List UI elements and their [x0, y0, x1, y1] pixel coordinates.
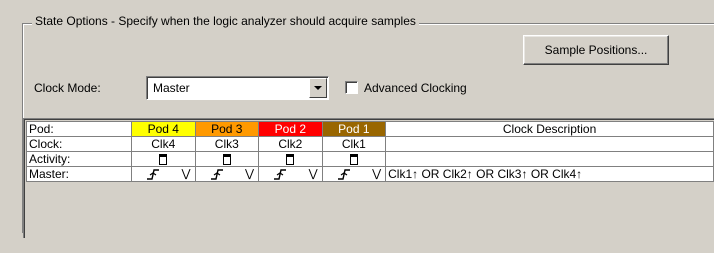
row-label-activity: Activity:: [26, 151, 132, 167]
clock-grid: Pod: Pod 4 Pod 3 Pod 2 Pod 1 Clock Descr…: [23, 118, 714, 238]
clock-cell: Clk2: [258, 136, 323, 152]
activity-indicator-icon: [222, 153, 231, 165]
dropdown-arrow-icon[interactable]: [309, 78, 327, 98]
pod-1-header[interactable]: Pod 1: [321, 121, 387, 137]
rising-edge-icon: [210, 169, 223, 180]
activity-cell: [258, 151, 323, 167]
double-chevron-down-icon[interactable]: ⋁: [309, 168, 318, 181]
table-row: Master: ⋁ ⋁ ⋁ ⋁ Clk1↑ OR Clk2↑ OR Clk3↑ …: [26, 166, 714, 182]
activity-cell: [131, 151, 196, 167]
row-label-clock: Clock:: [26, 136, 132, 152]
pod-4-header[interactable]: Pod 4: [131, 121, 196, 137]
table-row: Pod: Pod 4 Pod 3 Pod 2 Pod 1 Clock Descr…: [26, 121, 714, 137]
pod-2-header[interactable]: Pod 2: [258, 121, 323, 137]
clock-mode-label: Clock Mode:: [34, 81, 101, 95]
clock-cell: Clk3: [194, 136, 260, 152]
pod-3-header[interactable]: Pod 3: [194, 121, 260, 137]
activity-indicator-icon: [159, 153, 168, 165]
activity-cell: [194, 151, 260, 167]
state-options-title: State Options - Specify when the logic a…: [32, 14, 419, 28]
clock-description-cell: [385, 136, 714, 152]
activity-indicator-icon: [349, 153, 358, 165]
rising-edge-icon: [337, 169, 350, 180]
activity-cell: [321, 151, 387, 167]
clock-mode-select[interactable]: Master: [146, 76, 329, 100]
rising-edge-icon: [274, 169, 287, 180]
master-edge-select-pod4[interactable]: ⋁: [131, 166, 196, 182]
sample-positions-button[interactable]: Sample Positions...: [523, 35, 669, 65]
clock-cell: Clk4: [131, 136, 196, 152]
double-chevron-down-icon[interactable]: ⋁: [182, 168, 191, 181]
clock-description-header: Clock Description: [385, 121, 714, 137]
pod-table: Pod: Pod 4 Pod 3 Pod 2 Pod 1 Clock Descr…: [26, 121, 714, 182]
double-chevron-down-icon[interactable]: ⋁: [245, 168, 254, 181]
rising-edge-icon: [147, 169, 159, 180]
activity-description-cell: [385, 151, 714, 167]
double-chevron-down-icon[interactable]: ⋁: [372, 168, 381, 181]
row-label-master: Master:: [26, 166, 132, 182]
clock-mode-value: Master: [153, 81, 190, 95]
master-clock-description: Clk1↑ OR Clk2↑ OR Clk3↑ OR Clk4↑: [385, 166, 714, 182]
master-edge-select-pod1[interactable]: ⋁: [321, 166, 387, 182]
advanced-clocking-checkbox[interactable]: [345, 81, 358, 94]
master-edge-select-pod2[interactable]: ⋁: [258, 166, 323, 182]
table-row: Activity:: [26, 151, 714, 167]
table-row: Clock: Clk4 Clk3 Clk2 Clk1: [26, 136, 714, 152]
activity-indicator-icon: [286, 153, 295, 165]
row-label-pod: Pod:: [26, 121, 132, 137]
clock-cell: Clk1: [321, 136, 387, 152]
advanced-clocking-label: Advanced Clocking: [364, 81, 467, 95]
master-edge-select-pod3[interactable]: ⋁: [194, 166, 260, 182]
